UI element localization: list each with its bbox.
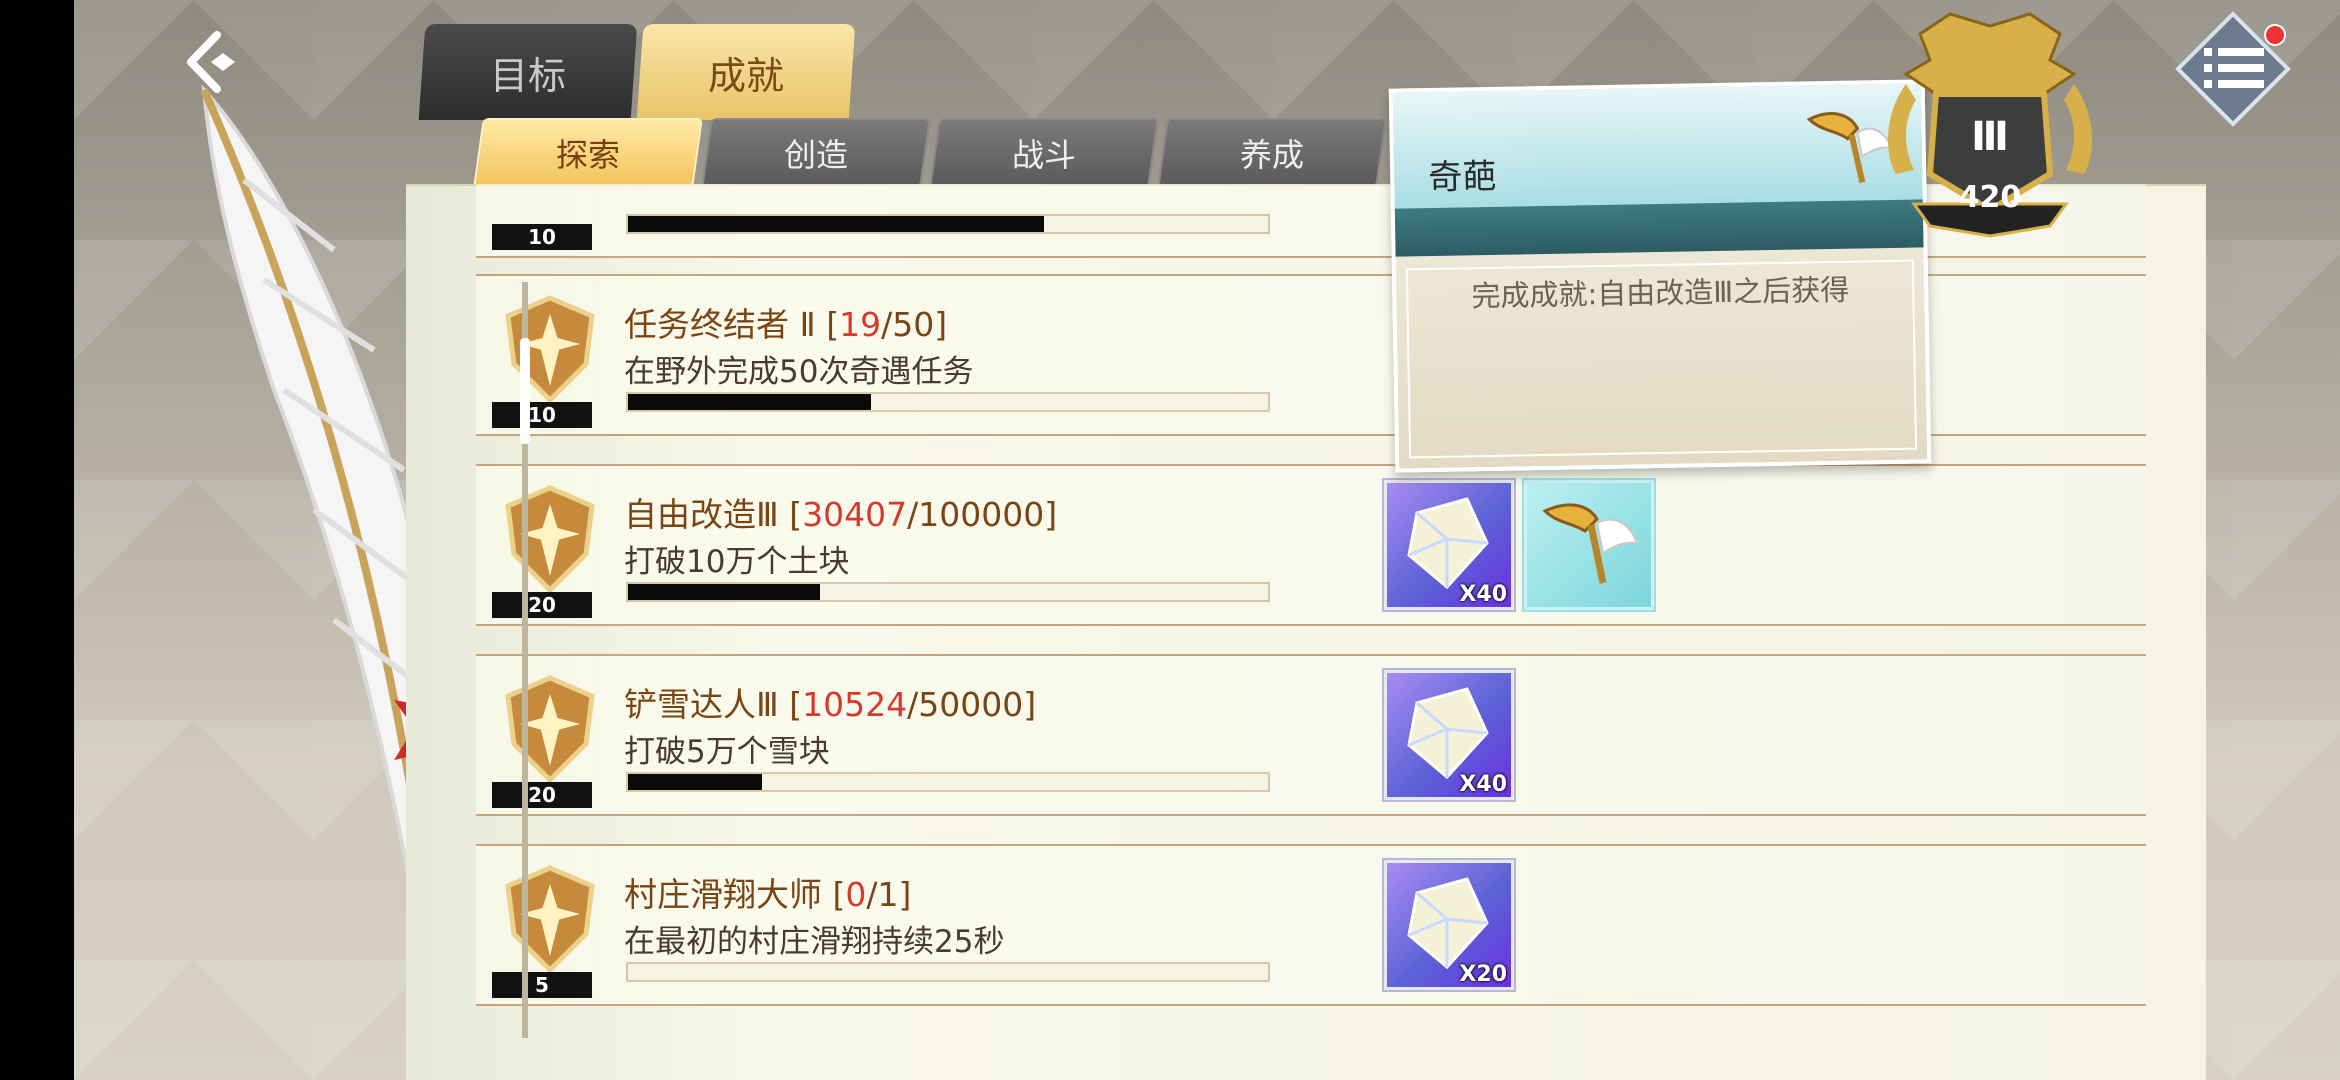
tab-achievements-label: 成就 (707, 53, 784, 98)
tab-battle[interactable]: 战斗 (929, 118, 1159, 188)
progress-fill (628, 584, 820, 600)
achievement-rank-trophy[interactable]: Ⅲ 420 (1874, 4, 2106, 240)
level-plate: 5 (492, 972, 592, 998)
progress-total: 1 (877, 875, 899, 914)
back-arrow-icon (187, 31, 235, 93)
menu-button[interactable] (2174, 10, 2292, 128)
reward-crystal[interactable]: X40 (1384, 670, 1514, 800)
bracket-close: ] (934, 305, 948, 344)
progress-fill (628, 394, 872, 410)
progress-slash: / (907, 685, 919, 724)
shield-badge-icon (505, 865, 595, 974)
shield-badge-icon (505, 675, 595, 784)
title-text: 铲雪达人Ⅲ (624, 685, 779, 724)
tab-explore[interactable]: 探索 (473, 118, 703, 188)
notification-dot (2264, 24, 2286, 46)
tooltip-band (1394, 199, 1924, 257)
progress-total: 100000 (918, 495, 1045, 534)
bracket-open: [ (789, 685, 803, 724)
achievement-title: 铲雪达人Ⅲ [10524/50000] (624, 678, 1036, 726)
tab-create[interactable]: 创造 (701, 118, 931, 188)
tooltip-title: 奇葩 (1427, 156, 1497, 199)
tab-goals[interactable]: 目标 (418, 24, 638, 120)
progress-total: 50 (892, 305, 935, 344)
progress-bar (626, 214, 1270, 234)
achievement-description: 打破5万个雪块 (624, 734, 830, 770)
bracket-close: ] (1044, 495, 1058, 534)
tab-goals-label: 目标 (489, 53, 566, 98)
tab-explore-label: 探索 (555, 136, 620, 174)
tab-nurture-label: 养成 (1239, 136, 1304, 174)
reward-tooltip: 奇葩 完成成就:自由改造Ⅲ之后获得 (1388, 79, 1932, 473)
trophy-points: 420 (1958, 180, 2022, 215)
trophy-rank: Ⅲ (1971, 114, 2009, 160)
progress-slash: / (907, 495, 919, 534)
main-tabs: 目标 成就 (418, 24, 856, 120)
progress-bar (626, 582, 1270, 602)
achievement-title: 村庄滑翔大师 [0/1] (624, 868, 911, 916)
reward-quantity: X40 (1459, 582, 1507, 607)
reward-crystal[interactable]: X20 (1384, 860, 1514, 990)
progress-current: 19 (839, 305, 882, 344)
shield-badge-icon (505, 295, 595, 404)
tab-battle-label: 战斗 (1011, 136, 1076, 174)
achievement-book: 10 10 任务终结者 Ⅱ [19/50] 在野外完成50次奇遇任务 20 自由… (406, 184, 2206, 1080)
bracket-close: ] (1023, 685, 1037, 724)
progress-fill (628, 774, 763, 790)
tab-achievements[interactable]: 成就 (636, 24, 856, 120)
bracket-open: [ (826, 305, 840, 344)
progress-total: 50000 (918, 685, 1024, 724)
achievement-row: 20 铲雪达人Ⅲ [10524/50000] 打破5万个雪块 X40 (476, 654, 2146, 816)
progress-bar (626, 772, 1270, 792)
achievement-description: 在最初的村庄滑翔持续25秒 (624, 924, 1005, 960)
achievement-title: 任务终结者 Ⅱ [19/50] (624, 298, 947, 346)
achievement-title: 自由改造Ⅲ [30407/100000] (624, 488, 1057, 536)
trumpet-icon (1542, 503, 1639, 584)
level-plate: 10 (492, 402, 592, 428)
bracket-open: [ (832, 875, 846, 914)
title-text: 村庄滑翔大师 (624, 875, 822, 914)
progress-slash: / (866, 875, 878, 914)
reward-crystal[interactable]: X40 (1384, 480, 1514, 610)
tab-create-label: 创造 (783, 136, 848, 174)
progress-current: 10524 (802, 685, 908, 724)
progress-current: 30407 (802, 495, 908, 534)
level-plate: 20 (492, 592, 592, 618)
progress-slash: / (881, 305, 893, 344)
progress-fill (628, 216, 1044, 232)
achievement-row: 5 村庄滑翔大师 [0/1] 在最初的村庄滑翔持续25秒 X20 (476, 844, 2146, 1006)
back-button[interactable] (164, 22, 264, 102)
reward-quantity: X20 (1459, 962, 1507, 987)
reward-quantity: X40 (1459, 772, 1507, 797)
progress-current: 0 (845, 875, 867, 914)
level-plate: 10 (492, 224, 592, 250)
tab-nurture[interactable]: 养成 (1157, 118, 1387, 188)
achievement-list[interactable]: 10 10 任务终结者 Ⅱ [19/50] 在野外完成50次奇遇任务 20 自由… (476, 184, 2206, 1080)
progress-bar (626, 962, 1270, 982)
shield-badge-icon (505, 485, 595, 594)
bracket-open: [ (789, 495, 803, 534)
level-plate: 20 (492, 782, 592, 808)
achievement-description: 打破10万个土块 (624, 544, 850, 580)
game-screen: 目标 成就 探索 创造 战斗 养成 10 10 任务终结者 Ⅱ [19/50] … (74, 0, 2340, 1080)
achievement-row: 20 自由改造Ⅲ [30407/100000] 打破10万个土块 X40 (476, 464, 2146, 626)
title-text: 自由改造Ⅲ (624, 495, 779, 534)
bracket-close: ] (898, 875, 912, 914)
achievement-description: 在野外完成50次奇遇任务 (624, 354, 974, 390)
scrollbar-thumb[interactable] (520, 338, 530, 444)
progress-bar (626, 392, 1270, 412)
title-text: 任务终结者 Ⅱ (624, 305, 816, 344)
reward-trumpet[interactable] (1524, 480, 1654, 610)
category-tabs: 探索 创造 战斗 养成 (473, 118, 1387, 188)
